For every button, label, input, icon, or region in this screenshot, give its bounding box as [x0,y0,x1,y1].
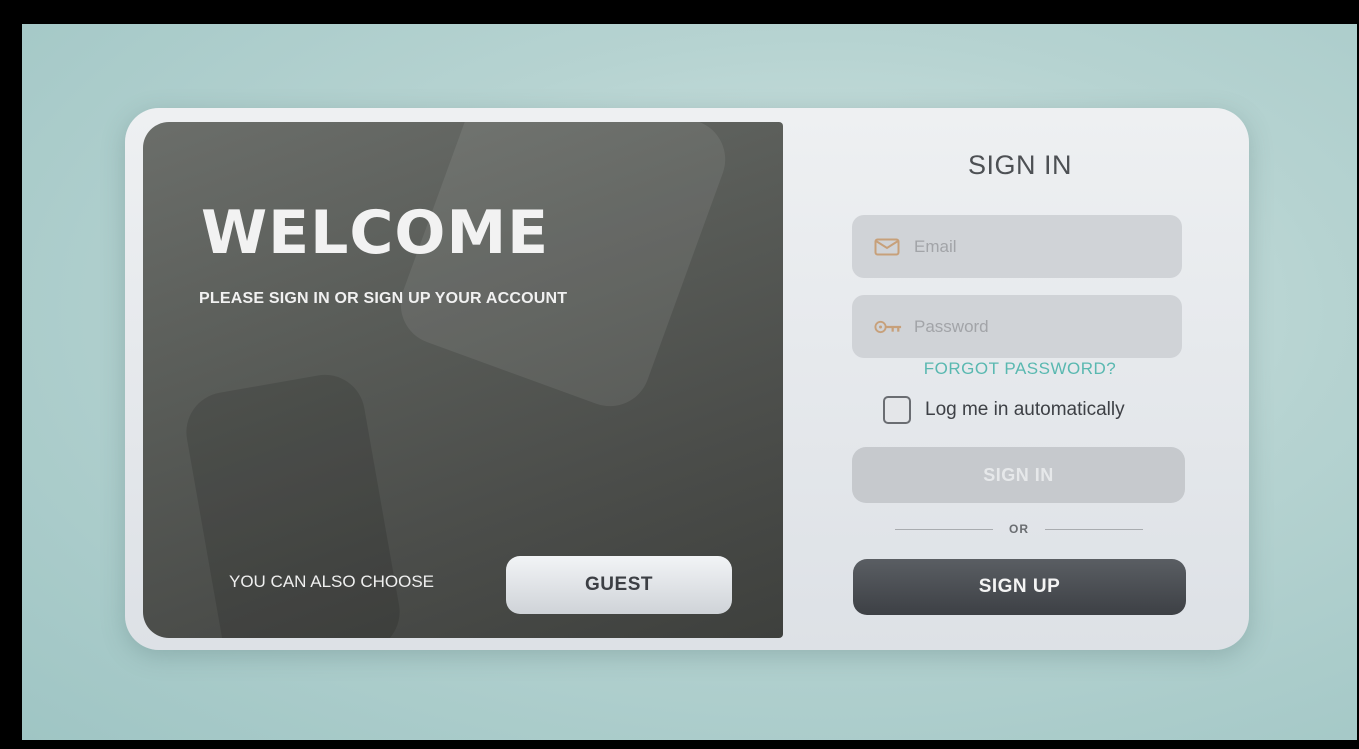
welcome-subtitle: PLEASE SIGN IN OR SIGN UP YOUR ACCOUNT [199,290,568,307]
signin-title: SIGN IN [967,150,1072,180]
tv-screen: WELCOME PLEASE SIGN IN OR SIGN UP YOUR A… [22,24,1357,740]
key-icon [874,317,902,337]
password-input[interactable] [912,315,1176,338]
or-label: OR [1009,522,1029,536]
signup-button[interactable]: SIGN UP [853,559,1186,615]
password-field[interactable] [852,295,1182,358]
email-field[interactable] [852,215,1182,278]
email-input[interactable] [912,235,1176,258]
shadow-reflection [180,368,406,638]
welcome-heading: WELCOME [201,198,550,268]
envelope-icon [874,237,902,257]
remember-me-checkbox[interactable] [883,396,911,424]
divider-line-left [895,528,993,530]
or-divider: OR [895,522,1143,536]
signin-button[interactable]: SIGN IN [852,447,1185,503]
divider-line-right [1045,528,1143,530]
forgot-password-link[interactable]: FORGOT PASSWORD? [825,359,1215,379]
welcome-panel: WELCOME PLEASE SIGN IN OR SIGN UP YOUR A… [143,122,783,638]
guest-button[interactable]: GUEST [506,556,732,614]
remember-me-label[interactable]: Log me in automatically [925,399,1125,421]
remember-me-row: Log me in automatically [883,396,1125,424]
glare-reflection [389,122,737,418]
login-card: WELCOME PLEASE SIGN IN OR SIGN UP YOUR A… [125,108,1249,650]
guest-prompt: YOU CAN ALSO CHOOSE [229,572,434,591]
